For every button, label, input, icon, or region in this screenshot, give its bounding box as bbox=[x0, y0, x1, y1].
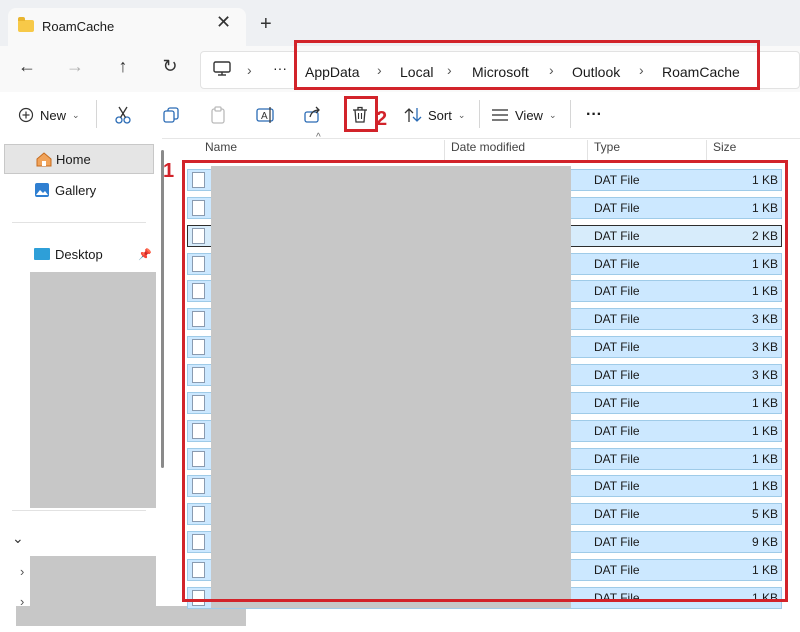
view-label: View bbox=[515, 107, 543, 123]
tab-title: RoamCache bbox=[42, 19, 115, 34]
new-label: New bbox=[40, 107, 67, 123]
sidebar-item-label: Home bbox=[56, 152, 91, 167]
more-path-button[interactable]: ··· bbox=[273, 60, 287, 76]
sidebar-divider bbox=[12, 510, 146, 511]
rename-icon: A bbox=[256, 107, 274, 123]
redacted-sidebar bbox=[30, 556, 156, 612]
sidebar-item-home[interactable]: Home bbox=[4, 144, 154, 174]
copy-button[interactable] bbox=[162, 92, 180, 138]
sidebar-item-label: Desktop bbox=[55, 247, 103, 262]
scissors-icon bbox=[115, 106, 131, 124]
rename-button[interactable]: A bbox=[256, 92, 276, 138]
toolbar-divider bbox=[479, 100, 480, 128]
file-list-highlight bbox=[182, 160, 788, 602]
cut-button[interactable] bbox=[114, 92, 132, 138]
column-separator[interactable] bbox=[706, 140, 707, 160]
sort-icon bbox=[404, 108, 422, 122]
svg-text:A: A bbox=[261, 111, 268, 122]
paste-button[interactable] bbox=[209, 92, 227, 138]
column-name[interactable]: Name bbox=[205, 140, 237, 160]
sidebar-item-desktop[interactable]: Desktop 📌 bbox=[4, 242, 154, 268]
column-date-modified[interactable]: Date modified bbox=[451, 140, 525, 160]
chevron-down-icon: ⌄ bbox=[457, 109, 466, 120]
copy-icon bbox=[163, 107, 179, 123]
forward-button[interactable]: → bbox=[60, 46, 90, 86]
delete-highlight bbox=[344, 96, 378, 132]
path-highlight bbox=[294, 40, 760, 90]
new-tab-button[interactable]: + bbox=[260, 14, 272, 34]
chevron-right-icon[interactable]: › bbox=[20, 564, 24, 579]
sidebar-item-gallery[interactable]: Gallery bbox=[4, 178, 154, 204]
sidebar-item-label: Gallery bbox=[55, 183, 97, 198]
sort-button[interactable]: Sort ⌄ bbox=[404, 92, 465, 138]
plus-circle-icon bbox=[18, 107, 34, 123]
redacted-sidebar bbox=[30, 272, 156, 508]
column-size[interactable]: Size bbox=[713, 140, 736, 160]
folder-icon bbox=[18, 17, 34, 32]
home-icon bbox=[36, 152, 52, 167]
step-2-label: 2 bbox=[376, 108, 388, 130]
column-type[interactable]: Type bbox=[594, 140, 620, 160]
pin-icon: 📌 bbox=[138, 249, 152, 261]
list-view-icon bbox=[492, 109, 508, 121]
refresh-button[interactable]: ↻ bbox=[155, 46, 185, 86]
desktop-icon bbox=[34, 248, 50, 260]
command-bar: New ⌄ A Sort ⌄ View ⌄ ··· bbox=[0, 92, 800, 139]
chevron-down-icon[interactable]: ⌄ bbox=[12, 530, 24, 547]
step-1-label: 1 bbox=[163, 160, 175, 182]
redacted-statusbar bbox=[16, 606, 246, 626]
computer-icon bbox=[213, 61, 231, 76]
clipboard-icon bbox=[211, 106, 225, 124]
column-separator[interactable] bbox=[444, 140, 445, 160]
toolbar-divider bbox=[96, 100, 97, 128]
up-button[interactable]: ↑ bbox=[108, 46, 138, 86]
new-button[interactable]: New ⌄ bbox=[18, 92, 80, 138]
view-button[interactable]: View ⌄ bbox=[491, 92, 557, 138]
close-tab-button[interactable]: ✕ bbox=[216, 12, 231, 33]
gallery-icon bbox=[35, 183, 49, 197]
chevron-icon: › bbox=[247, 62, 252, 78]
share-icon bbox=[304, 106, 320, 123]
back-button[interactable]: ← bbox=[12, 46, 42, 86]
tab-roamcache[interactable]: RoamCache ✕ bbox=[8, 8, 246, 46]
sidebar-scrollbar[interactable] bbox=[161, 150, 164, 468]
see-more-button[interactable]: ··· bbox=[586, 92, 602, 138]
chevron-down-icon: ⌄ bbox=[72, 109, 80, 120]
chevron-down-icon: ⌄ bbox=[548, 109, 557, 120]
toolbar-divider bbox=[570, 100, 571, 128]
sort-label: Sort bbox=[428, 107, 452, 123]
sidebar-divider bbox=[12, 222, 146, 223]
sort-up-icon: ^ bbox=[316, 132, 321, 143]
column-separator[interactable] bbox=[587, 140, 588, 160]
